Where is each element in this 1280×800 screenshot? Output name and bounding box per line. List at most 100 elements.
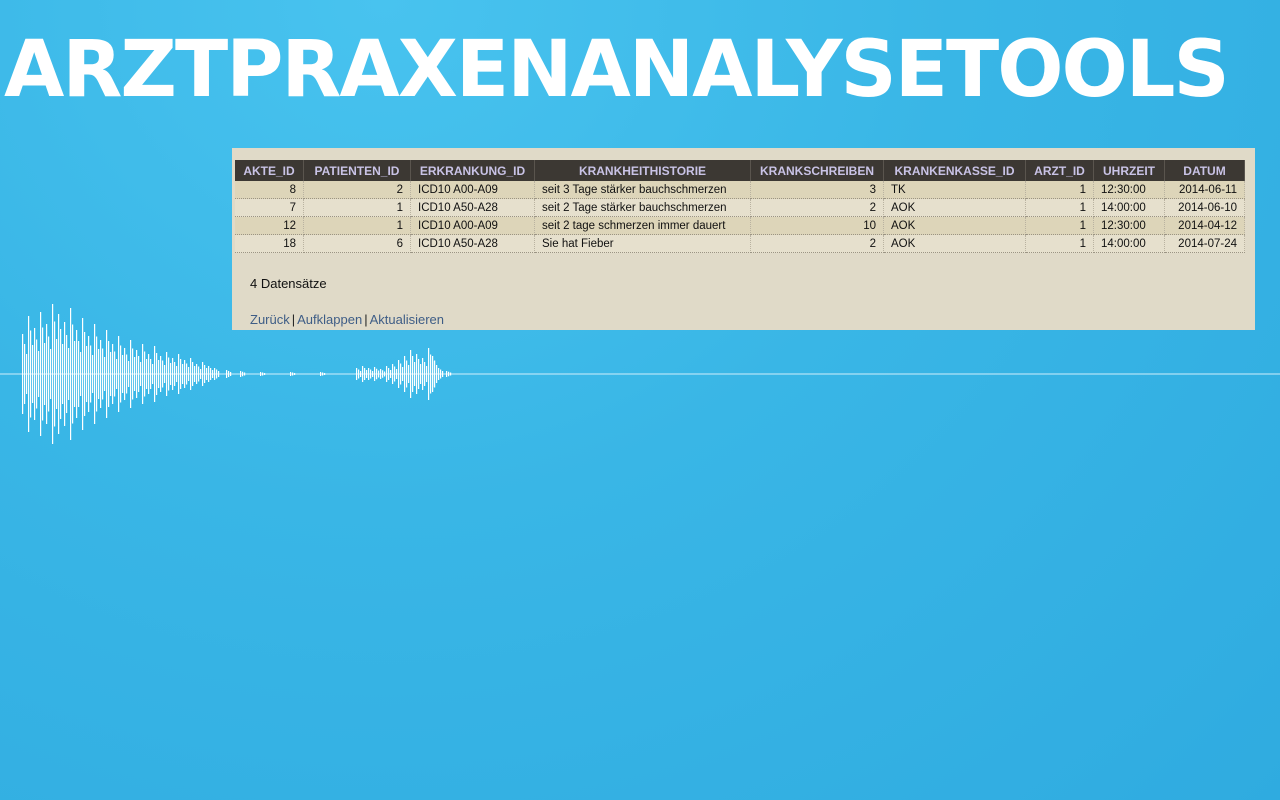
waveform-bar <box>52 304 54 444</box>
waveform-bar <box>294 373 296 375</box>
cell-patienten-id: 6 <box>303 234 411 253</box>
cell-erkrankung-id: ICD10 A00-A09 <box>410 216 535 235</box>
waveform-bar <box>104 357 106 391</box>
expand-link[interactable]: Aufklappen <box>297 312 362 327</box>
waveform-bar <box>230 372 232 376</box>
waveform-bar <box>216 369 218 379</box>
waveform-bar <box>64 322 66 426</box>
waveform-bar <box>72 324 74 424</box>
waveform-bar <box>30 330 32 418</box>
table-row: 7 1 ICD10 A50-A28 seit 2 Tage stärker ba… <box>235 198 1245 217</box>
waveform-bar <box>386 366 388 382</box>
waveform-bar <box>184 360 186 388</box>
column-header-patienten-id[interactable]: PATIENTEN_ID <box>303 160 411 181</box>
waveform-bar <box>166 352 168 396</box>
waveform-bar <box>40 312 42 436</box>
column-header-arzt-id[interactable]: ARZT_ID <box>1025 160 1094 181</box>
cell-erkrankung-id: ICD10 A00-A09 <box>410 181 535 199</box>
waveform-bar <box>370 369 372 379</box>
waveform-bar <box>202 362 204 386</box>
cell-arzt-id: 1 <box>1025 234 1094 253</box>
waveform-bar <box>190 358 192 390</box>
waveform-bar <box>186 363 188 385</box>
column-header-akte-id[interactable]: AKTE_ID <box>235 160 304 181</box>
cell-erkrankung-id: ICD10 A50-A28 <box>410 198 535 217</box>
waveform-bar <box>140 362 142 386</box>
waveform-bar <box>102 348 104 400</box>
waveform-bar <box>62 344 64 404</box>
waveform-bar <box>92 355 94 393</box>
waveform-bar <box>178 354 180 394</box>
waveform-bar <box>160 356 162 392</box>
waveform-bar <box>204 365 206 383</box>
column-header-krankschreiben[interactable]: KRANKSCHREIBEN <box>750 160 884 181</box>
waveform-bar <box>158 360 160 388</box>
waveform-bar <box>226 370 228 378</box>
cell-krankenkasse-id: AOK <box>883 198 1026 217</box>
cell-datum: 2014-06-10 <box>1164 198 1245 217</box>
cell-krankschreiben: 2 <box>750 198 884 217</box>
cell-arzt-id: 1 <box>1025 181 1094 199</box>
cell-krankheithistorie: Sie hat Fieber <box>534 234 751 253</box>
waveform-bar <box>74 341 76 407</box>
waveform-bar <box>152 364 154 384</box>
waveform-bar <box>450 372 452 376</box>
column-header-krankenkasse-id[interactable]: KRANKENKASSE_ID <box>883 160 1026 181</box>
waveform-bar <box>194 366 196 382</box>
waveform-bar <box>174 362 176 386</box>
refresh-link[interactable]: Aktualisieren <box>370 312 444 327</box>
waveform-bar <box>154 346 156 402</box>
page-title: ARZTPRAXENANALYSETOOLS <box>4 25 1230 115</box>
cell-krankheithistorie: seit 2 Tage stärker bauchschmerzen <box>534 198 751 217</box>
waveform-bar <box>48 336 50 412</box>
cell-akte-id: 12 <box>235 216 304 235</box>
waveform-bar <box>136 350 138 398</box>
waveform-bar <box>34 328 36 420</box>
waveform-bar <box>372 371 374 377</box>
waveform-bar <box>394 366 396 382</box>
waveform-bar <box>54 321 56 427</box>
waveform-bar <box>66 335 68 413</box>
waveform-bar <box>26 354 28 394</box>
waveform-bar <box>416 354 418 394</box>
column-header-datum[interactable]: DATUM <box>1164 160 1245 181</box>
cell-patienten-id: 2 <box>303 181 411 199</box>
cell-krankschreiben: 3 <box>750 181 884 199</box>
waveform-bar <box>366 370 368 378</box>
column-header-uhrzeit[interactable]: UHRZEIT <box>1093 160 1165 181</box>
waveform-bar <box>374 367 376 381</box>
waveform-bar <box>322 372 324 376</box>
waveform-bar <box>388 368 390 380</box>
waveform-bar <box>28 316 30 432</box>
waveform-bar <box>126 354 128 394</box>
waveform-bar <box>142 344 144 404</box>
waveform-bar <box>196 364 198 384</box>
waveform-bar <box>132 348 134 400</box>
cell-datum: 2014-07-24 <box>1164 234 1245 253</box>
waveform-bar <box>90 345 92 403</box>
waveform-bar <box>96 336 98 412</box>
column-header-erkrankung-id[interactable]: ERKRANKUNG_ID <box>410 160 535 181</box>
waveform-bar <box>170 363 172 385</box>
table-header-row: AKTE_ID PATIENTEN_ID ERKRANKUNG_ID KRANK… <box>235 160 1245 181</box>
waveform-bar <box>400 363 402 385</box>
column-header-krankheithistorie[interactable]: KRANKHEITHISTORIE <box>534 160 751 181</box>
waveform-bar <box>398 360 400 388</box>
waveform-bar <box>210 368 212 380</box>
waveform-bar <box>212 370 214 378</box>
waveform-bar <box>146 359 148 389</box>
waveform-bar <box>368 368 370 380</box>
waveform-bar <box>94 324 96 424</box>
waveform-bar <box>192 362 194 386</box>
cell-uhrzeit: 14:00:00 <box>1093 234 1165 253</box>
waveform-bar <box>218 371 220 377</box>
back-link[interactable]: Zurück <box>250 312 290 327</box>
waveform-bar <box>432 356 434 392</box>
waveform-bar <box>384 371 386 377</box>
waveform-bar <box>70 308 72 440</box>
cell-akte-id: 18 <box>235 234 304 253</box>
waveform-bar <box>362 366 364 382</box>
waveform-bar <box>150 359 152 389</box>
waveform-bar <box>408 365 410 383</box>
waveform-bar <box>176 366 178 382</box>
